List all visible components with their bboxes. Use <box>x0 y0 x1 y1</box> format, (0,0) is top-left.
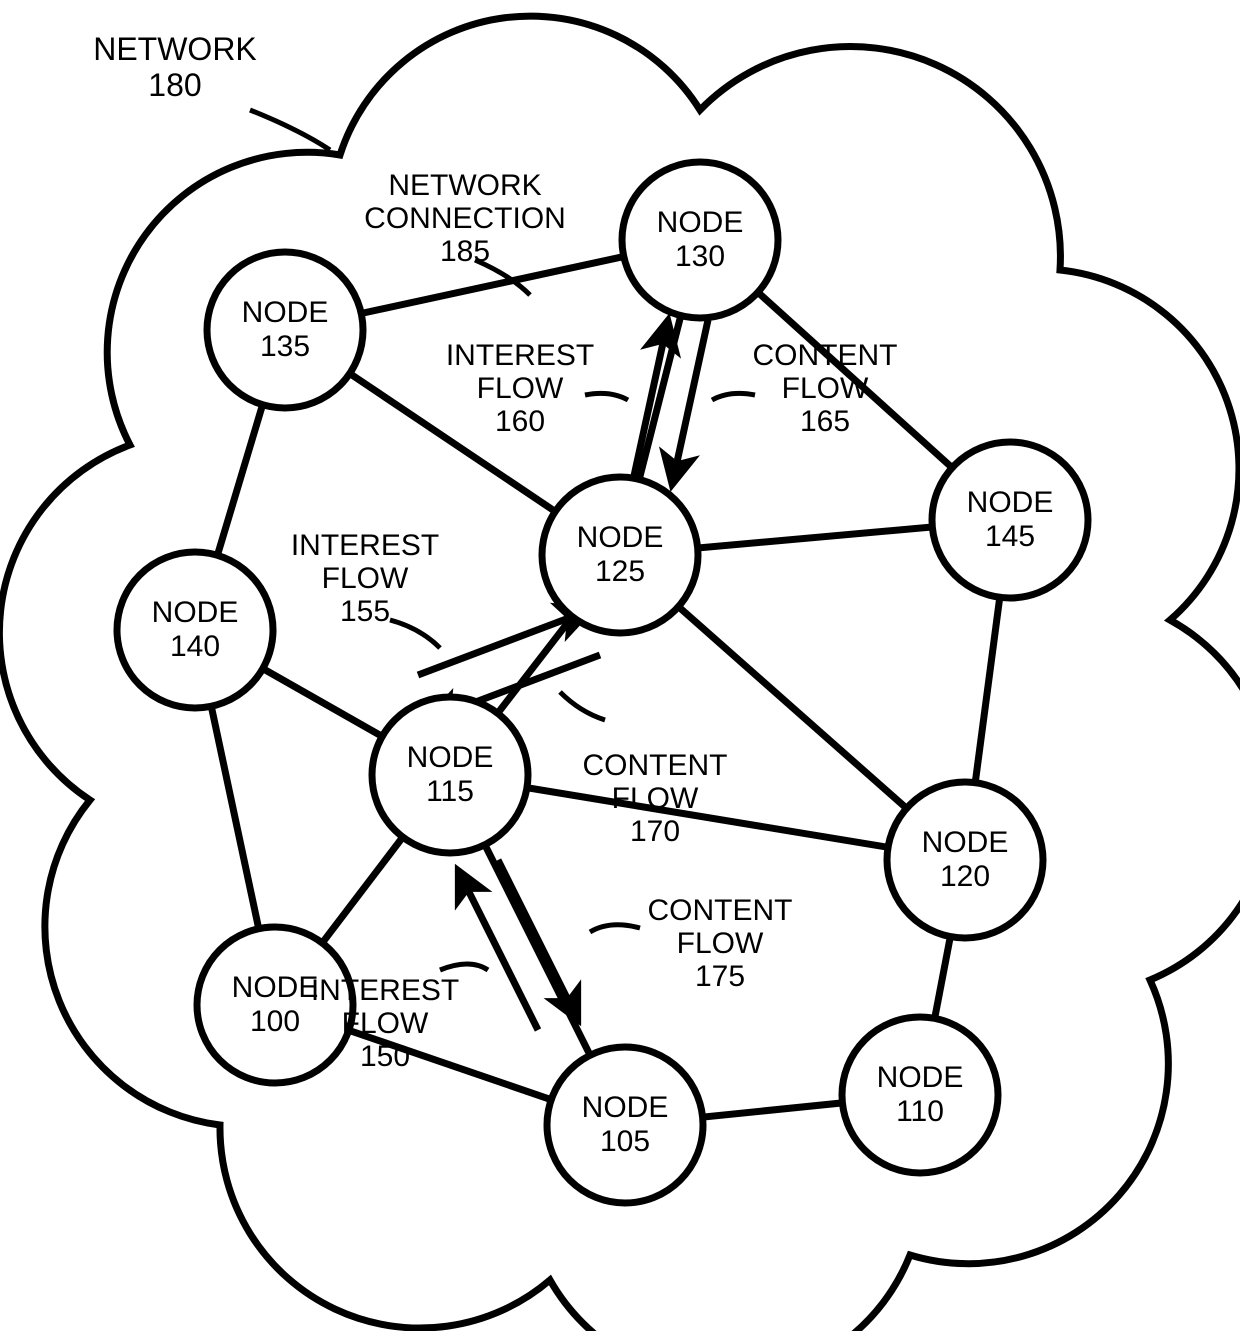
svg-text:130: 130 <box>675 240 725 273</box>
network-diagram: NODE 130 NODE 135 NODE 145 NODE 125 NODE… <box>0 0 1240 1331</box>
node-125: NODE 125 <box>542 477 698 633</box>
node-135: NODE 135 <box>207 252 363 408</box>
svg-text:115: 115 <box>426 775 474 808</box>
svg-text:FLOW: FLOW <box>477 372 564 405</box>
svg-text:NODE: NODE <box>407 741 494 774</box>
svg-text:155: 155 <box>340 595 390 628</box>
svg-text:FLOW: FLOW <box>677 927 764 960</box>
svg-text:NODE: NODE <box>152 596 239 629</box>
node-105: NODE 105 <box>547 1047 703 1203</box>
svg-text:135: 135 <box>260 330 310 363</box>
svg-text:CONTENT: CONTENT <box>648 894 793 927</box>
svg-text:FLOW: FLOW <box>782 372 869 405</box>
netconn-ref: 185 <box>440 235 490 268</box>
svg-text:NODE: NODE <box>657 206 744 239</box>
node-115: NODE 115 <box>372 697 528 853</box>
svg-text:INTEREST: INTEREST <box>446 339 594 372</box>
svg-text:NODE: NODE <box>582 1091 669 1124</box>
svg-text:NODE: NODE <box>232 971 319 1004</box>
netconn-title1: NETWORK <box>388 169 541 202</box>
svg-text:FLOW: FLOW <box>342 1007 429 1040</box>
node-145: NODE 145 <box>932 442 1088 598</box>
svg-text:110: 110 <box>896 1095 944 1128</box>
svg-text:100: 100 <box>250 1005 300 1038</box>
svg-text:175: 175 <box>695 960 745 993</box>
svg-text:FLOW: FLOW <box>612 782 699 815</box>
node-130: NODE 130 <box>622 162 778 318</box>
network-label-title: NETWORK <box>93 31 257 67</box>
svg-text:NODE: NODE <box>922 826 1009 859</box>
svg-text:120: 120 <box>940 860 990 893</box>
svg-text:INTEREST: INTEREST <box>291 529 439 562</box>
svg-text:160: 160 <box>495 405 545 438</box>
svg-text:140: 140 <box>170 630 220 663</box>
node-120: NODE 120 <box>887 782 1043 938</box>
svg-text:150: 150 <box>360 1040 410 1073</box>
svg-text:125: 125 <box>595 555 645 588</box>
svg-text:NODE: NODE <box>577 521 664 554</box>
node-140: NODE 140 <box>117 552 273 708</box>
svg-text:105: 105 <box>600 1125 650 1158</box>
svg-text:170: 170 <box>630 815 680 848</box>
svg-text:165: 165 <box>800 405 850 438</box>
svg-text:NODE: NODE <box>877 1061 964 1094</box>
svg-text:CONTENT: CONTENT <box>583 749 728 782</box>
svg-text:FLOW: FLOW <box>322 562 409 595</box>
svg-text:NODE: NODE <box>967 486 1054 519</box>
svg-text:CONTENT: CONTENT <box>753 339 898 372</box>
svg-text:145: 145 <box>985 520 1035 553</box>
network-label-ref: 180 <box>148 67 201 103</box>
node-110: NODE 110 <box>842 1017 998 1173</box>
netconn-title2: CONNECTION <box>364 202 566 235</box>
svg-text:INTEREST: INTEREST <box>311 974 459 1007</box>
svg-text:NODE: NODE <box>242 296 329 329</box>
